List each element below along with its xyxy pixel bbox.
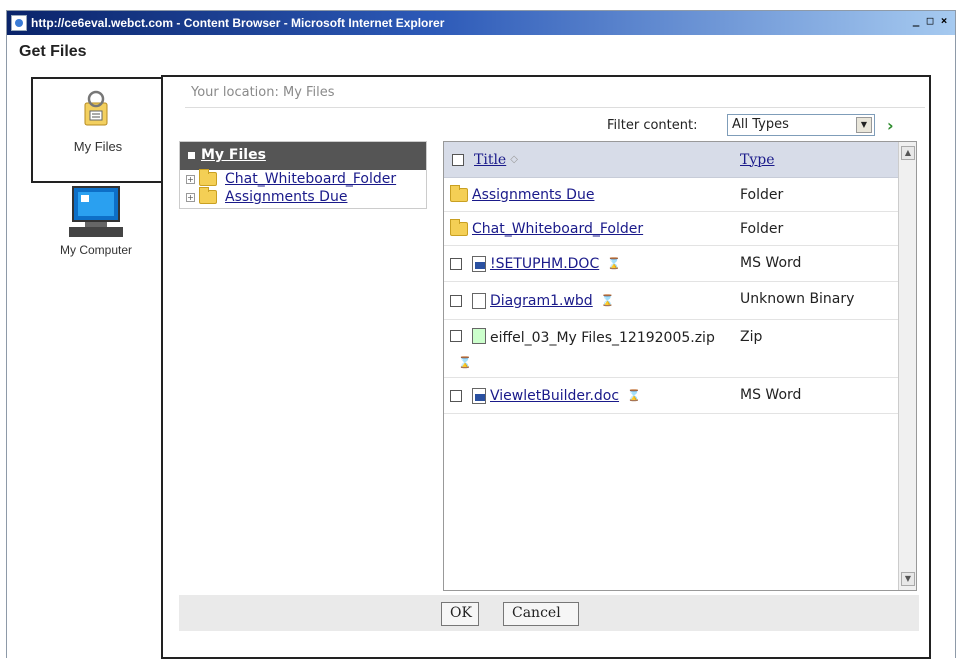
divider [185, 107, 925, 108]
table-row[interactable]: eiffel_03_My Files_12192005.zip ⌛ Zip [444, 320, 916, 378]
table-row[interactable]: ViewletBuilder.doc ⌛ MS Word [444, 378, 916, 414]
hourglass-icon: ⌛ [607, 257, 621, 270]
page-content: Get Files My Files My Computer Your loca… [7, 35, 955, 659]
close-button[interactable]: × [937, 15, 951, 29]
cancel-button[interactable]: Cancel [503, 602, 579, 626]
nav-my-files-label: My Files [73, 139, 123, 154]
expand-icon[interactable]: + [186, 192, 195, 202]
nav-tab-my-computer[interactable]: My Computer [27, 185, 167, 285]
zip-icon [472, 328, 486, 344]
button-bar: OK Cancel [179, 595, 919, 631]
filter-label: Filter content: [607, 118, 698, 133]
title-bar: http://ce6eval.webct.com - Content Brows… [7, 11, 955, 35]
file-link[interactable]: Diagram1.wbd [490, 293, 593, 309]
row-checkbox[interactable] [450, 389, 462, 402]
scroll-down-icon[interactable]: ▼ [901, 572, 915, 586]
type-sort-link[interactable]: Type [740, 152, 775, 168]
title-column-header: Title ◇ [444, 152, 740, 168]
row-checkbox[interactable] [450, 294, 462, 307]
window-title: http://ce6eval.webct.com - Content Brows… [31, 16, 445, 30]
file-icon [472, 292, 486, 309]
tree-item-label[interactable]: Assignments Due [225, 189, 347, 205]
browser-window: http://ce6eval.webct.com - Content Brows… [6, 10, 956, 659]
hourglass-icon: ⌛ [458, 356, 472, 369]
file-title-cell: Assignments Due [444, 178, 740, 211]
filter-select[interactable]: All Types ▼ [727, 114, 875, 136]
file-title-cell: ViewletBuilder.doc ⌛ [444, 378, 740, 413]
word-doc-icon [472, 387, 486, 404]
file-list: Title ◇ Type Assignments Due Folder Chat… [443, 141, 917, 591]
file-link[interactable]: ViewletBuilder.doc [490, 388, 619, 404]
folder-icon [199, 169, 217, 186]
chevron-down-icon[interactable]: ▼ [856, 117, 872, 133]
table-row[interactable]: Chat_Whiteboard_Folder Folder [444, 212, 916, 246]
file-name: eiffel_03_My Files_12192005.zip [490, 330, 715, 346]
table-row[interactable]: Diagram1.wbd ⌛ Unknown Binary [444, 282, 916, 320]
row-checkbox[interactable] [450, 330, 462, 342]
main-panel: Your location: My Files Filter content: … [161, 75, 931, 659]
file-type-cell: Folder [740, 187, 784, 203]
my-files-icon [84, 90, 108, 126]
file-type-cell: MS Word [740, 255, 802, 271]
file-type-cell: MS Word [740, 387, 802, 403]
nav-tab-my-files[interactable]: My Files [31, 77, 161, 183]
tree-root-label[interactable]: My Files [201, 147, 266, 163]
hourglass-icon: ⌛ [600, 294, 615, 307]
table-row[interactable]: !SETUPHM.DOC ⌛ MS Word [444, 246, 916, 282]
row-checkbox[interactable] [450, 257, 462, 270]
expand-icon[interactable]: + [186, 174, 195, 184]
vertical-scrollbar[interactable]: ▲ ▼ [898, 142, 916, 590]
ok-button[interactable]: OK [441, 602, 479, 626]
hourglass-icon: ⌛ [627, 389, 641, 402]
file-type-cell: Zip [740, 329, 763, 345]
filter-selected-value: All Types [732, 117, 789, 132]
go-arrow-icon[interactable]: › [887, 116, 894, 135]
scroll-up-icon[interactable]: ▲ [901, 146, 915, 160]
ie-icon [11, 15, 27, 31]
file-link[interactable]: !SETUPHM.DOC [490, 256, 599, 272]
folder-icon [199, 187, 217, 204]
file-title-cell: eiffel_03_My Files_12192005.zip ⌛ [444, 320, 740, 377]
tree-item-label[interactable]: Chat_Whiteboard_Folder [225, 171, 396, 187]
folder-icon [450, 218, 468, 236]
type-column-header: Type [740, 152, 880, 168]
minimize-button[interactable]: _ [909, 15, 923, 29]
nav-my-computer-label: My Computer [59, 243, 133, 257]
tree-root[interactable]: My Files [180, 142, 426, 170]
maximize-button[interactable]: □ [923, 15, 937, 29]
file-title-cell: Chat_Whiteboard_Folder [444, 212, 740, 245]
sort-icon: ◇ [510, 154, 518, 165]
file-link[interactable]: Assignments Due [472, 187, 594, 203]
location-text: Your location: My Files [191, 85, 335, 100]
table-row[interactable]: Assignments Due Folder [444, 178, 916, 212]
title-sort-link[interactable]: Title [474, 152, 506, 168]
page-title: Get Files [19, 43, 87, 60]
square-icon [188, 151, 195, 159]
select-all-checkbox[interactable] [452, 153, 464, 166]
folder-icon [450, 184, 468, 202]
folder-tree: My Files + Chat_Whiteboard_Folder + Assi… [179, 141, 427, 209]
file-type-cell: Folder [740, 221, 784, 237]
file-title-cell: !SETUPHM.DOC ⌛ [444, 246, 740, 281]
word-doc-icon [472, 255, 486, 272]
file-link[interactable]: Chat_Whiteboard_Folder [472, 221, 643, 237]
file-list-header: Title ◇ Type [444, 142, 916, 178]
computer-icon [69, 186, 123, 237]
tree-item[interactable]: + Chat_Whiteboard_Folder [180, 169, 426, 188]
file-type-cell: Unknown Binary [740, 291, 855, 307]
file-title-cell: Diagram1.wbd ⌛ [444, 282, 740, 319]
tree-item[interactable]: + Assignments Due [180, 187, 426, 206]
window-controls: _ □ × [909, 15, 951, 29]
